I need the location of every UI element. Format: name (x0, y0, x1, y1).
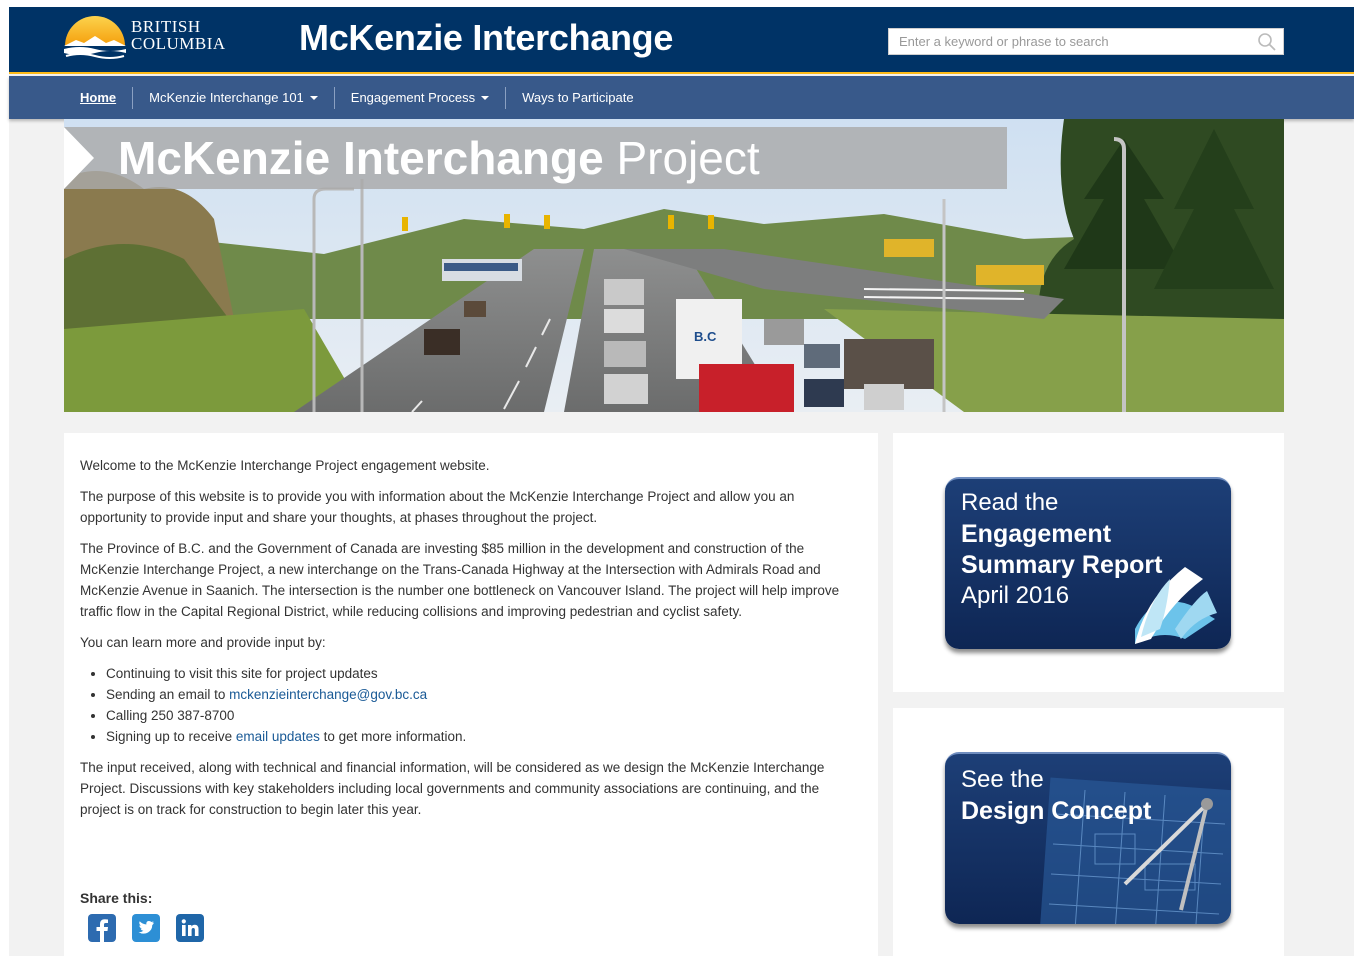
list-item-text: Signing up to receive (106, 729, 236, 744)
list-item-text: Continuing to visit this site for projec… (106, 666, 378, 681)
search-input[interactable] (889, 29, 1249, 54)
list-item: Continuing to visit this site for projec… (106, 663, 862, 684)
list-item-text: Sending an email to (106, 687, 230, 702)
welcome-paragraph: Welcome to the McKenzie Interchange Proj… (80, 458, 490, 473)
facebook-icon[interactable] (88, 914, 116, 942)
report-line-4: April 2016 (961, 582, 1070, 609)
report-card: Read the Engagement Summary Report April… (893, 433, 1284, 692)
design-line-1: See the (961, 766, 1044, 793)
search-icon[interactable] (1257, 32, 1277, 57)
nav-item-label: Engagement Process (350, 90, 476, 105)
page: BRITISH COLUMBIA McKenzie Interchange Ho… (9, 7, 1354, 956)
share-icons (88, 914, 204, 942)
logo-line-1: BRITISH (131, 17, 201, 36)
list-item: Calling 250 387-8700 (106, 705, 862, 726)
closing-paragraph: The input received, along with technical… (80, 760, 825, 817)
banner-title-light: Project (616, 132, 760, 184)
learn-more-paragraph: You can learn more and provide input by: (80, 635, 326, 650)
banner-title: McKenzie Interchange Project (118, 131, 760, 185)
purpose-paragraph: The purpose of this website is to provid… (80, 489, 795, 525)
list-item-text: Calling 250 387-8700 (106, 708, 235, 723)
caret-down-icon (309, 95, 318, 100)
bc-logo[interactable]: BRITISH COLUMBIA (62, 12, 242, 64)
banner-title-bold: McKenzie Interchange (118, 132, 604, 184)
svg-text:B.C: B.C (694, 329, 717, 344)
nav-item-mckenzie-interchange-101[interactable]: McKenzie Interchange 101 (132, 86, 334, 109)
hero-banner: B.C McKenzie Interchange Project (64, 119, 1284, 412)
logo-line-2: COLUMBIA (131, 34, 226, 53)
report-line-3: Summary Report (961, 551, 1163, 579)
design-line-2: Design Concept (961, 797, 1152, 825)
email-updates-link[interactable]: email updates (236, 729, 320, 744)
design-card: See the Design Concept (893, 708, 1284, 956)
input-methods-list: Continuing to visit this site for projec… (106, 663, 862, 747)
engagement-report-button[interactable]: Read the Engagement Summary Report April… (945, 477, 1231, 649)
site-header: BRITISH COLUMBIA McKenzie Interchange (9, 7, 1354, 74)
banner-arrow-icon (64, 127, 94, 189)
twitter-icon[interactable] (132, 914, 160, 942)
nav-item-ways-to-participate[interactable]: Ways to Participate (505, 86, 650, 109)
report-line-2: Engagement (961, 520, 1112, 548)
nav-item-engagement-process[interactable]: Engagement Process (333, 86, 505, 109)
nav-item-label: McKenzie Interchange 101 (149, 90, 304, 105)
main-content: Welcome to the McKenzie Interchange Proj… (64, 433, 878, 956)
banner-title-band: McKenzie Interchange Project (64, 127, 1007, 189)
list-item: Signing up to receive email updates to g… (106, 726, 862, 747)
email-link[interactable]: mckenzieinterchange@gov.bc.ca (229, 687, 427, 702)
list-item-text: to get more information. (319, 729, 467, 744)
design-concept-button[interactable]: See the Design Concept (945, 752, 1231, 924)
report-line-1: Read the (961, 489, 1059, 516)
list-item: Sending an email to mckenzieinterchange@… (106, 684, 862, 705)
search-box[interactable] (888, 28, 1284, 55)
linkedin-icon[interactable] (176, 914, 204, 942)
bc-logo-text: BRITISH COLUMBIA (131, 18, 226, 52)
nav-item-label: Home (80, 90, 117, 105)
site-title[interactable]: McKenzie Interchange (299, 17, 673, 59)
nav-item-label: Ways to Participate (522, 90, 634, 105)
bc-sun-icon (64, 16, 126, 59)
nav-item-home[interactable]: Home (64, 87, 132, 109)
investment-paragraph: The Province of B.C. and the Government … (80, 541, 840, 619)
main-nav: Home McKenzie Interchange 101 Engagement… (9, 76, 1354, 119)
share-label: Share this: (80, 890, 153, 906)
caret-down-icon (481, 95, 490, 100)
